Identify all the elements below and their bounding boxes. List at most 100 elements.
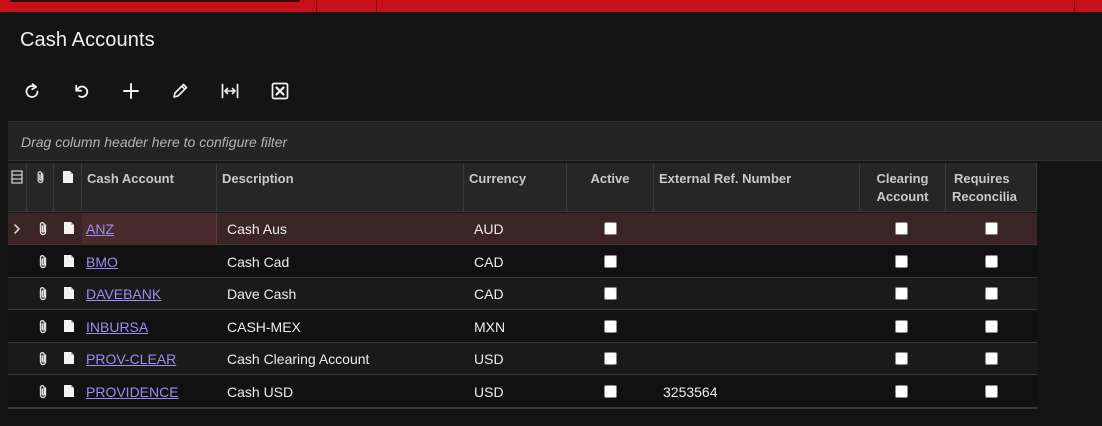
currency-cell: CAD bbox=[474, 253, 504, 270]
row-selector-icon bbox=[11, 170, 23, 184]
header-description[interactable]: Description bbox=[217, 163, 464, 212]
current-row-chevron-icon bbox=[14, 224, 20, 234]
cash-account-link[interactable]: DAVEBANK bbox=[86, 286, 161, 302]
cash-account-link[interactable]: INBURSA bbox=[86, 319, 148, 335]
active-checkbox[interactable] bbox=[604, 254, 617, 268]
header-clearing-account[interactable]: Clearing Account bbox=[860, 163, 946, 212]
note-icon[interactable] bbox=[63, 351, 75, 365]
note-icon[interactable] bbox=[63, 221, 75, 235]
requires-reconciliation-checkbox[interactable] bbox=[985, 287, 998, 300]
description-cell: CASH-MEX bbox=[227, 318, 301, 335]
table-row[interactable]: ANZ Cash Aus AUD bbox=[8, 213, 1037, 245]
edit-button[interactable] bbox=[166, 78, 194, 104]
cash-account-link[interactable]: PROV-CLEAR bbox=[86, 351, 176, 367]
paperclip-icon[interactable] bbox=[35, 286, 51, 302]
external-ref-cell bbox=[659, 343, 859, 375]
cash-account-cell: BMO bbox=[82, 246, 217, 278]
note-icon[interactable] bbox=[63, 254, 75, 268]
clearing-account-checkbox[interactable] bbox=[895, 254, 908, 268]
paperclip-icon[interactable] bbox=[35, 319, 51, 335]
top-app-bar bbox=[0, 0, 1102, 12]
external-ref-cell bbox=[659, 311, 859, 343]
filter-hint: Drag column header here to configure fil… bbox=[21, 134, 288, 150]
filter-drop-zone[interactable]: Drag column header here to configure fil… bbox=[8, 121, 1102, 161]
paperclip-icon[interactable] bbox=[35, 254, 51, 270]
currency-cell: CAD bbox=[474, 286, 504, 302]
note-icon[interactable] bbox=[63, 319, 75, 333]
paperclip-icon[interactable] bbox=[35, 221, 51, 237]
note-icon bbox=[62, 171, 73, 183]
cash-account-cell: PROV-CLEAR bbox=[82, 343, 217, 375]
clearing-account-checkbox[interactable] bbox=[895, 384, 908, 398]
description-cell: Cash Cad bbox=[227, 253, 290, 270]
header-requires-reconciliation[interactable]: Requires Reconcilia bbox=[946, 163, 1037, 212]
export-excel-button[interactable] bbox=[266, 78, 294, 104]
external-ref-cell: 3253564 bbox=[663, 383, 718, 400]
refresh-icon bbox=[25, 83, 39, 98]
pencil-icon bbox=[173, 83, 188, 98]
requires-reconciliation-checkbox[interactable] bbox=[985, 254, 998, 268]
table-row[interactable]: INBURSA CASH-MEX MXN bbox=[8, 310, 1037, 343]
header-notes[interactable] bbox=[54, 163, 82, 212]
description-cell: Cash USD bbox=[227, 383, 294, 400]
active-checkbox[interactable] bbox=[604, 222, 617, 235]
external-ref-cell bbox=[659, 213, 859, 245]
table-row[interactable]: PROV-CLEAR Cash Clearing Account USD bbox=[8, 343, 1037, 375]
note-icon[interactable] bbox=[63, 286, 75, 300]
fit-columns-button[interactable] bbox=[216, 78, 244, 104]
currency-cell: AUD bbox=[474, 221, 504, 237]
requires-reconciliation-checkbox[interactable] bbox=[985, 384, 998, 398]
clearing-account-checkbox[interactable] bbox=[895, 287, 908, 300]
paperclip-icon[interactable] bbox=[35, 384, 51, 400]
cash-account-link[interactable]: ANZ bbox=[86, 221, 114, 237]
topbar-divider bbox=[316, 0, 317, 12]
header-clearing-line2: Account bbox=[876, 189, 929, 204]
header-currency[interactable]: Currency bbox=[464, 163, 567, 212]
external-ref-cell bbox=[659, 246, 859, 278]
table-row[interactable]: PROVIDENCE Cash USD USD 3253564 bbox=[8, 375, 1037, 408]
clearing-account-checkbox[interactable] bbox=[895, 222, 908, 235]
grid-bottom-border bbox=[8, 408, 1037, 409]
active-checkbox[interactable] bbox=[604, 352, 617, 365]
currency-cell: USD bbox=[474, 351, 504, 367]
table-row[interactable]: BMO Cash Cad CAD bbox=[8, 245, 1037, 278]
topbar-divider bbox=[1074, 0, 1075, 12]
header-row-selector[interactable] bbox=[8, 163, 27, 212]
active-checkbox[interactable] bbox=[604, 384, 617, 398]
active-checkbox[interactable] bbox=[604, 319, 617, 333]
table-row[interactable]: DAVEBANK Dave Cash CAD bbox=[8, 278, 1037, 310]
note-icon[interactable] bbox=[63, 384, 75, 398]
currency-cell: MXN bbox=[474, 318, 506, 335]
requires-reconciliation-checkbox[interactable] bbox=[985, 319, 998, 333]
header-cash-account[interactable]: Cash Account bbox=[82, 163, 217, 212]
add-button[interactable] bbox=[117, 78, 145, 104]
header-clearing-line1: Clearing bbox=[876, 171, 929, 186]
header-external-ref[interactable]: External Ref. Number bbox=[654, 163, 860, 212]
header-active[interactable]: Active bbox=[567, 163, 654, 212]
search-box-edge[interactable] bbox=[10, 0, 300, 2]
cash-account-cell: PROVIDENCE bbox=[82, 376, 217, 408]
page-title: Cash Accounts bbox=[20, 29, 155, 51]
description-cell: Cash Clearing Account bbox=[227, 351, 370, 367]
cash-account-cell: ANZ bbox=[82, 213, 217, 245]
cash-account-link[interactable]: BMO bbox=[86, 254, 118, 270]
cash-account-cell: INBURSA bbox=[82, 311, 217, 343]
refresh-button[interactable] bbox=[18, 78, 46, 104]
active-checkbox[interactable] bbox=[604, 287, 617, 300]
currency-cell: USD bbox=[474, 383, 504, 400]
requires-reconciliation-checkbox[interactable] bbox=[985, 352, 998, 365]
undo-icon bbox=[75, 84, 89, 98]
header-attachments[interactable] bbox=[27, 163, 54, 212]
cash-account-link[interactable]: PROVIDENCE bbox=[86, 384, 179, 400]
description-cell: Cash Aus bbox=[227, 221, 287, 237]
paperclip-icon[interactable] bbox=[35, 351, 51, 367]
excel-icon bbox=[271, 82, 289, 100]
requires-reconciliation-checkbox[interactable] bbox=[985, 222, 998, 235]
clearing-account-checkbox[interactable] bbox=[895, 352, 908, 365]
fit-width-icon bbox=[221, 83, 239, 99]
description-cell: Dave Cash bbox=[227, 286, 297, 302]
clearing-account-checkbox[interactable] bbox=[895, 319, 908, 333]
plus-icon bbox=[123, 83, 139, 99]
paperclip-icon bbox=[37, 171, 43, 184]
undo-button[interactable] bbox=[68, 78, 96, 104]
